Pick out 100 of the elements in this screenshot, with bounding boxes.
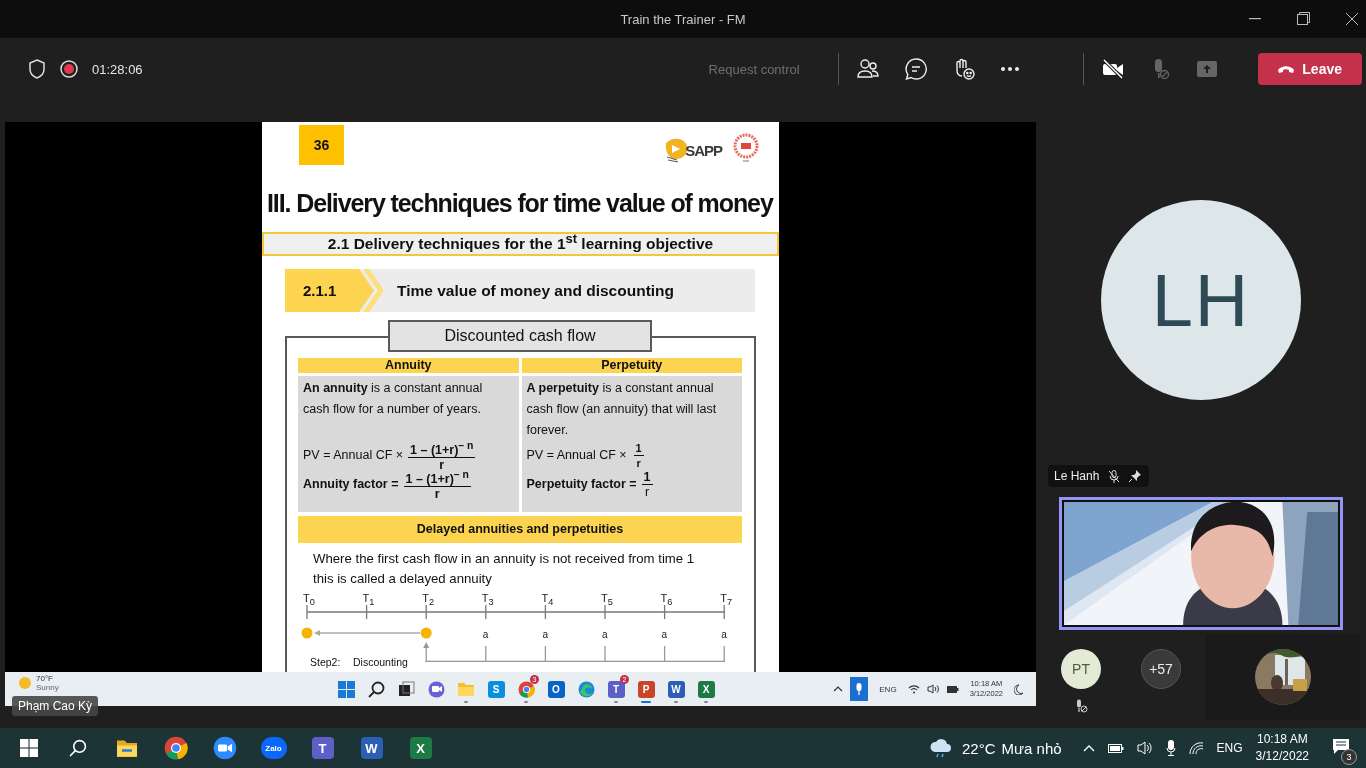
fraction-denominator: r (636, 456, 641, 470)
tick-label: T$_{0}$ (303, 592, 315, 609)
amount-label: a (482, 629, 489, 641)
wifi-icon[interactable] (907, 684, 920, 694)
fraction-denominator: r (645, 485, 650, 499)
fraction-denominator: r (434, 487, 440, 502)
amount-label: a (661, 629, 668, 641)
search-icon (367, 680, 385, 698)
weather-condition: Sunny (36, 683, 59, 692)
app-tile-button[interactable]: X (396, 728, 445, 768)
slide-number: 36 (299, 125, 344, 165)
participants-icon[interactable] (856, 59, 879, 79)
tick-label: T$_{5}$ (601, 592, 613, 609)
definition-text: An annuity is a constant annual cash flow for a number of years. (303, 380, 484, 418)
camera-off-icon[interactable] (1101, 59, 1124, 79)
notification-icon[interactable] (1332, 737, 1350, 755)
step-text: Discounting (353, 656, 408, 668)
avatar[interactable]: PT (1061, 649, 1101, 689)
tick-label: T$_{3}$ (481, 592, 494, 609)
chat-icon (427, 680, 445, 698)
restore-icon[interactable] (1297, 12, 1310, 25)
weather-condition[interactable]: Mưa nhỏ (1001, 739, 1062, 757)
search-icon (68, 739, 87, 757)
weather-temperature: 70°F (36, 674, 54, 683)
window-title: Train the Trainer - FM (620, 11, 746, 27)
app-tile-button[interactable]: O (541, 674, 571, 704)
microphone-icon[interactable] (1165, 740, 1176, 756)
step-label: Step2: (310, 656, 341, 668)
phone-icon (1277, 65, 1296, 73)
microphone-icon (855, 683, 864, 695)
app-tile-button[interactable]: W (661, 674, 691, 704)
cloud-rain-icon[interactable] (929, 738, 953, 758)
timeline-dot (420, 627, 432, 639)
chevron-drawing (353, 269, 383, 312)
close-icon[interactable] (1346, 12, 1358, 25)
app-tile-button[interactable]: Zalo (249, 728, 298, 768)
app-tile-button[interactable]: W (347, 728, 396, 768)
box-title: Discounted cash flow (388, 320, 652, 352)
column-heading: Perpetuity (521, 358, 742, 373)
definition-text: A perpetuity is a constant annual cash flow (an annuity) that will last forever. (526, 380, 718, 439)
microphone-button[interactable] (850, 677, 869, 701)
volume-icon[interactable] (1136, 741, 1153, 755)
call-duration: 01:28:06 (92, 61, 143, 77)
fraction-numerator: 1 – (1+r)$^{– n}$ (408, 438, 476, 459)
amount-label: a (602, 629, 608, 641)
leave-button[interactable]: Leave (1257, 53, 1362, 85)
windows-icon (19, 739, 38, 757)
tick-label: T$_{7}$ (720, 592, 732, 609)
app-tile-button[interactable]: X (691, 674, 721, 704)
app-tile-button[interactable]: S (481, 674, 511, 704)
section-heading: 2.1 Delivery techniques for the 1$^{st}$ learning objective (262, 232, 779, 256)
tick-label: T$_{6}$ (660, 592, 673, 609)
amount-label: a (721, 629, 727, 641)
delayed-heading: Delayed annuities and perpetuities (298, 516, 742, 543)
volume-icon[interactable] (926, 684, 939, 694)
participant-name: Le Hanh (1054, 469, 1100, 483)
seal-icon (733, 133, 759, 163)
chrome-icon (517, 680, 535, 698)
tick-label: T$_{4}$ (541, 592, 554, 609)
clock-time[interactable]: 10:18 AM (1256, 731, 1308, 748)
video-camera-icon (212, 736, 237, 760)
formula-label: PV = Annual CF × (303, 447, 404, 464)
tick-label: T$_{1}$ (362, 592, 375, 609)
moon-icon[interactable] (1014, 683, 1024, 695)
formula-label: PV = Annual CF × (526, 447, 627, 464)
battery-icon[interactable] (1107, 743, 1124, 753)
presenter-name: Phạm Cao Kỳ (12, 696, 99, 716)
tick-label: T$_{2}$ (422, 592, 434, 609)
avatar: LH (1101, 200, 1301, 400)
formula-label: Perpetuity factor = (526, 476, 637, 493)
fraction-numerator: 1 (633, 441, 644, 456)
subsection-title: Time value of money and discounting (397, 281, 675, 300)
chat-icon[interactable] (904, 58, 927, 80)
more-options-icon[interactable] (1000, 67, 1019, 71)
app-tile-button[interactable]: P (631, 674, 661, 704)
chrome-icon (163, 736, 188, 760)
delayed-description: Where the first cash flow in an annuity is not received from time 1 this is called a delayed annuity (312, 550, 696, 588)
battery-icon[interactable] (945, 684, 959, 694)
network-icon[interactable] (1188, 741, 1204, 755)
amount-label: a (542, 629, 548, 641)
folder-icon (457, 681, 475, 697)
timeline-dot (301, 627, 313, 639)
app-tile-button[interactable]: T (298, 728, 347, 768)
task-view-icon (397, 680, 415, 698)
fraction-numerator: 1 (641, 470, 653, 485)
shield-icon[interactable] (28, 59, 46, 79)
folder-icon (114, 738, 139, 758)
minimize-icon[interactable] (1249, 17, 1261, 20)
clock-date[interactable]: 3/12/2022 (1255, 748, 1309, 765)
edge-icon (577, 680, 595, 698)
formula-label: Annuity factor = (303, 476, 399, 493)
language-indicator[interactable]: ENG (1216, 741, 1243, 755)
weather-temperature[interactable]: 22°C (962, 739, 996, 757)
more-participants-button[interactable]: +57 (1141, 649, 1181, 689)
chevron-up-icon[interactable] (833, 686, 844, 692)
sun-icon (18, 676, 32, 690)
slide-title: III. Delivery techniques for time value of money (266, 188, 775, 219)
notification-count: 3 (1341, 748, 1357, 765)
language-indicator[interactable]: ENG (879, 684, 897, 694)
column-heading: Annuity (298, 358, 519, 373)
